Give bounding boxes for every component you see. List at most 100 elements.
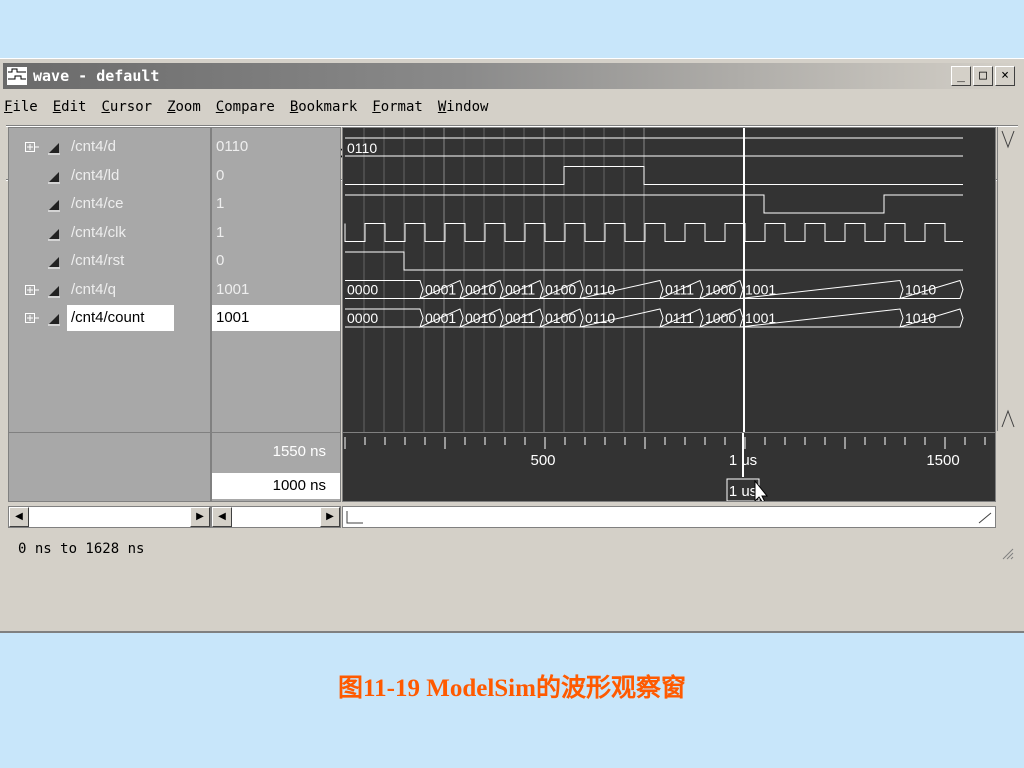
wave-q-label: 0100 [545, 282, 576, 298]
signal-row[interactable]: /cnt4/count [9, 305, 210, 331]
menu-edit[interactable]: Edit [53, 99, 87, 121]
timeline-tick-label: 500 [530, 452, 555, 469]
signal-value: 0110 [216, 138, 249, 155]
signal-value: 1001 [216, 280, 250, 298]
signal-name: /cnt4/ce [71, 195, 124, 212]
wave-count-label: 1010 [905, 310, 936, 326]
menu-cursor[interactable]: Cursor [101, 99, 152, 121]
signal-name: /cnt4/q [71, 280, 117, 298]
signal-value: 0 [216, 252, 225, 269]
wave-count-label: 0011 [505, 310, 535, 326]
wave-q-label: 0000 [347, 282, 378, 298]
menu-bookmark[interactable]: Bookmark [290, 99, 357, 121]
wave-q-label: 0110 [585, 282, 615, 298]
cursor-name-pane [8, 432, 211, 502]
signal-icon [48, 314, 60, 326]
resize-grip-icon[interactable] [1000, 546, 1014, 560]
signal-row[interactable]: /cnt4/ld [9, 163, 210, 189]
signal-icon [48, 171, 60, 183]
signal-name: /cnt4/d [71, 138, 117, 155]
time-range-status: 0 ns to 1628 ns [18, 541, 145, 557]
signal-icon [48, 200, 60, 212]
wave-rst [345, 251, 963, 271]
menu-compare[interactable]: Compare [216, 99, 275, 121]
wave-count-label: 1001 [745, 310, 776, 326]
now-time: 1550 ns [272, 443, 326, 460]
status-bar: 0 ns to 1628 ns [8, 536, 1016, 562]
mouse-pointer-icon [754, 479, 769, 504]
timeline-ruler[interactable]: 500 1 us 1500 1 us [342, 432, 1006, 504]
signal-name-pane[interactable]: /cnt4/d/cnt4/ld/cnt4/ce/cnt4/clk/cnt4/rs… [8, 127, 211, 433]
maximize-button[interactable]: □ [973, 66, 993, 86]
expand-plus-icon[interactable] [25, 284, 39, 295]
scroll-right-icon[interactable]: ▶ [320, 507, 340, 527]
signal-name: /cnt4/ld [71, 166, 120, 184]
figure-caption: 图11-19 ModelSim的波形观察窗 [338, 675, 686, 702]
value-pane-hscroll[interactable]: ◀ ▶ [211, 506, 341, 528]
waveform-pane[interactable]: 0110 0000 0001 0010 0011 0100 0110 0111 1000 1001… [342, 127, 996, 433]
wave-hscroll-arrows [346, 511, 992, 524]
signal-row[interactable]: /cnt4/d [9, 134, 210, 160]
signal-value: 1 [216, 195, 225, 212]
menu-file[interactable]: File [4, 99, 38, 121]
wave-pane-hscroll[interactable] [342, 506, 996, 528]
signal-name: /cnt4/rst [71, 252, 125, 269]
expand-plus-icon[interactable] [25, 142, 39, 152]
cursor1-time: 1000 ns [272, 477, 326, 494]
signal-icon [48, 257, 60, 269]
wave-q-label: 1001 [745, 282, 776, 298]
timeline-tick-label: 1500 [926, 452, 959, 469]
vertical-scroll-arrows [1001, 130, 1015, 428]
signal-name: /cnt4/count [67, 305, 175, 331]
cursor1-row[interactable]: 1000 ns [212, 473, 340, 499]
signal-icon [48, 285, 60, 297]
wave-q-label: 1000 [705, 282, 736, 298]
wave-count-label: 0111 [665, 310, 694, 326]
wave-count-label: 0010 [465, 310, 496, 326]
wave-d-label: 0110 [347, 140, 377, 156]
wave-ld [345, 166, 963, 185]
signal-value: 1001 [212, 305, 340, 331]
signal-row[interactable]: /cnt4/clk [9, 220, 210, 246]
wave-q-label: 0010 [465, 282, 496, 298]
wave-ce [345, 194, 963, 214]
menu-zoom[interactable]: Zoom [167, 99, 201, 121]
wave-count-label: 0000 [347, 310, 378, 326]
wave-count-label: 0110 [585, 310, 615, 326]
signal-row[interactable]: /cnt4/ce [9, 191, 210, 217]
scroll-left-icon[interactable]: ◀ [212, 507, 232, 527]
scroll-left-icon[interactable]: ◀ [9, 507, 29, 527]
signal-icon [48, 228, 60, 240]
menu-bar: File Edit Cursor Zoom Compare Bookmark F… [4, 99, 488, 121]
wave-count-label: 1000 [705, 310, 736, 326]
wave-d [345, 137, 963, 157]
signal-row[interactable]: /cnt4/rst [9, 248, 210, 274]
signal-value-pane[interactable]: 0110 0 1 1 0 1001 1001 [211, 127, 341, 433]
wave-q-label: 0011 [505, 282, 535, 298]
wave-q-label: 1010 [905, 282, 936, 298]
signal-value: 0 [216, 166, 225, 184]
wave-q-label: 0111 [665, 282, 694, 298]
title-bar[interactable]: wave - default _ □ × [3, 63, 1021, 89]
signal-icon [48, 143, 60, 155]
name-pane-hscroll[interactable]: ◀ ▶ [8, 506, 211, 528]
menu-format[interactable]: Format [372, 99, 423, 121]
minimize-button[interactable]: _ [951, 66, 971, 86]
signal-row[interactable]: /cnt4/q [9, 277, 210, 303]
wave-q-label: 0001 [425, 282, 456, 298]
signal-name: /cnt4/clk [71, 223, 127, 241]
cursor-value-pane: 1550 ns 1000 ns [211, 432, 341, 502]
wave-count-label: 0001 [425, 310, 456, 326]
menu-window[interactable]: Window [438, 99, 489, 121]
wave-app-icon [7, 67, 27, 85]
vertical-scrollbar[interactable] [997, 127, 1018, 431]
wave-clk [344, 223, 963, 242]
wave-count-label: 0100 [545, 310, 576, 326]
waveform-canvas[interactable]: 0110 0000 0001 0010 0011 0100 0110 0111 1000 1001… [343, 128, 995, 432]
expand-plus-icon[interactable] [25, 313, 39, 323]
signal-value: 1 [216, 223, 225, 241]
window-title: wave - default [33, 67, 160, 85]
timeline-canvas[interactable]: 500 1 us 15001 us [343, 433, 1006, 504]
scroll-right-icon[interactable]: ▶ [190, 507, 210, 527]
close-button[interactable]: × [995, 66, 1015, 86]
